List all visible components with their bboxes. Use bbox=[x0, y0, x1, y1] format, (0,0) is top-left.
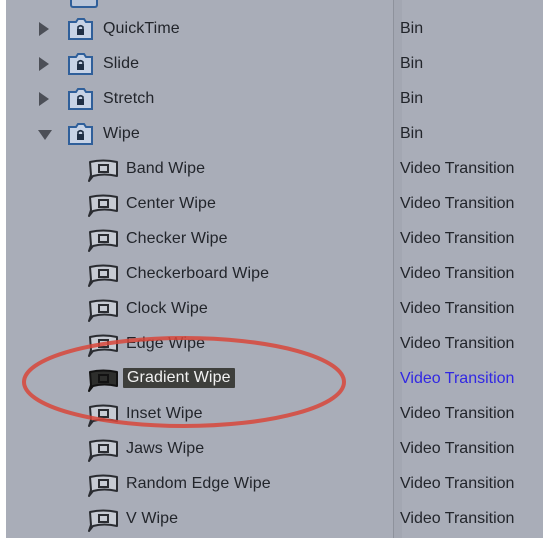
item-name[interactable]: Stretch bbox=[103, 90, 154, 108]
item-kind: Video Transition bbox=[400, 265, 515, 282]
transition-row-checkerboard-wipe[interactable]: Checkerboard Wipe Video Transition bbox=[6, 257, 543, 292]
transition-row-band-wipe[interactable]: Band Wipe Video Transition bbox=[6, 152, 543, 187]
highlight-ellipse bbox=[22, 336, 346, 428]
locked-bin-icon bbox=[68, 18, 93, 40]
item-kind: Video Transition bbox=[400, 230, 515, 247]
video-transition-icon bbox=[87, 228, 120, 252]
item-kind: Video Transition bbox=[400, 405, 515, 422]
bin-row-quicktime[interactable]: QuickTime Bin bbox=[6, 12, 543, 47]
video-transition-icon bbox=[87, 193, 120, 217]
item-kind: Video Transition bbox=[400, 300, 515, 317]
video-transition-icon bbox=[87, 158, 120, 182]
item-kind: Video Transition bbox=[400, 160, 515, 177]
item-name[interactable]: Checker Wipe bbox=[126, 230, 228, 248]
bin-row-slide[interactable]: Slide Bin bbox=[6, 47, 543, 82]
item-name[interactable]: QuickTime bbox=[103, 20, 180, 38]
locked-bin-icon bbox=[68, 53, 93, 75]
disclosure-triangle-collapsed[interactable] bbox=[39, 57, 49, 71]
item-kind: Video Transition bbox=[400, 475, 515, 492]
video-transition-icon bbox=[87, 298, 120, 322]
transition-row-clock-wipe[interactable]: Clock Wipe Video Transition bbox=[6, 292, 543, 327]
item-kind: Bin bbox=[400, 55, 424, 72]
video-transition-icon bbox=[87, 508, 120, 532]
transition-row-random-edge-wipe[interactable]: Random Edge Wipe Video Transition bbox=[6, 467, 543, 502]
item-name[interactable]: V Wipe bbox=[126, 510, 178, 528]
transition-row-center-wipe[interactable]: Center Wipe Video Transition bbox=[6, 187, 543, 222]
item-name[interactable]: Random Edge Wipe bbox=[126, 475, 271, 493]
effects-browser: QuickTime Bin Slide Bin Stretch Bin Wipe Bin Ban… bbox=[6, 0, 543, 538]
item-name[interactable]: Slide bbox=[103, 55, 139, 73]
item-name[interactable]: Clock Wipe bbox=[126, 300, 208, 318]
locked-bin-icon bbox=[68, 88, 93, 110]
video-transition-icon bbox=[87, 438, 120, 462]
item-kind: Video Transition bbox=[400, 370, 515, 387]
item-name[interactable]: Jaws Wipe bbox=[126, 440, 204, 458]
item-name[interactable]: Checkerboard Wipe bbox=[126, 265, 269, 283]
transition-row-checker-wipe[interactable]: Checker Wipe Video Transition bbox=[6, 222, 543, 257]
item-name[interactable]: Wipe bbox=[103, 125, 140, 143]
video-transition-icon bbox=[87, 263, 120, 287]
video-transition-icon bbox=[87, 473, 120, 497]
disclosure-triangle-collapsed[interactable] bbox=[39, 92, 49, 106]
item-kind: Video Transition bbox=[400, 440, 515, 457]
item-kind: Bin bbox=[400, 20, 424, 37]
item-kind: Bin bbox=[400, 125, 424, 142]
item-kind: Video Transition bbox=[400, 195, 515, 212]
item-kind: Bin bbox=[400, 90, 424, 107]
item-name[interactable]: Center Wipe bbox=[126, 195, 216, 213]
bin-row-stretch[interactable]: Stretch Bin bbox=[6, 82, 543, 117]
item-name[interactable]: Band Wipe bbox=[126, 160, 205, 178]
transition-row-jaws-wipe[interactable]: Jaws Wipe Video Transition bbox=[6, 432, 543, 467]
item-kind: Video Transition bbox=[400, 510, 515, 527]
disclosure-triangle-collapsed[interactable] bbox=[39, 22, 49, 36]
item-kind: Video Transition bbox=[400, 335, 515, 352]
locked-bin-icon bbox=[68, 123, 93, 145]
disclosure-triangle-expanded[interactable] bbox=[38, 130, 52, 140]
bin-row-wipe[interactable]: Wipe Bin bbox=[6, 117, 543, 152]
partial-bin-icon bbox=[70, 0, 98, 8]
transition-row-v-wipe[interactable]: V Wipe Video Transition bbox=[6, 502, 543, 537]
